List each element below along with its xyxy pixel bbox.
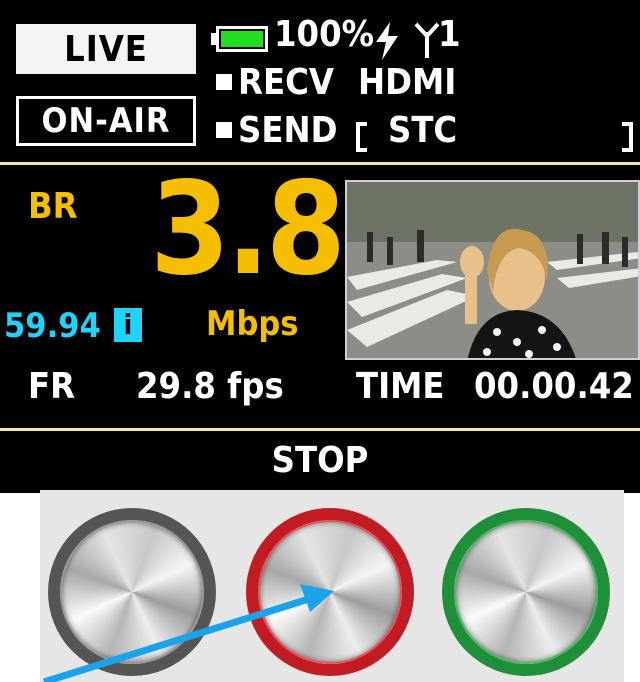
pointer-arrow <box>42 584 334 682</box>
arrow-head <box>300 584 334 612</box>
